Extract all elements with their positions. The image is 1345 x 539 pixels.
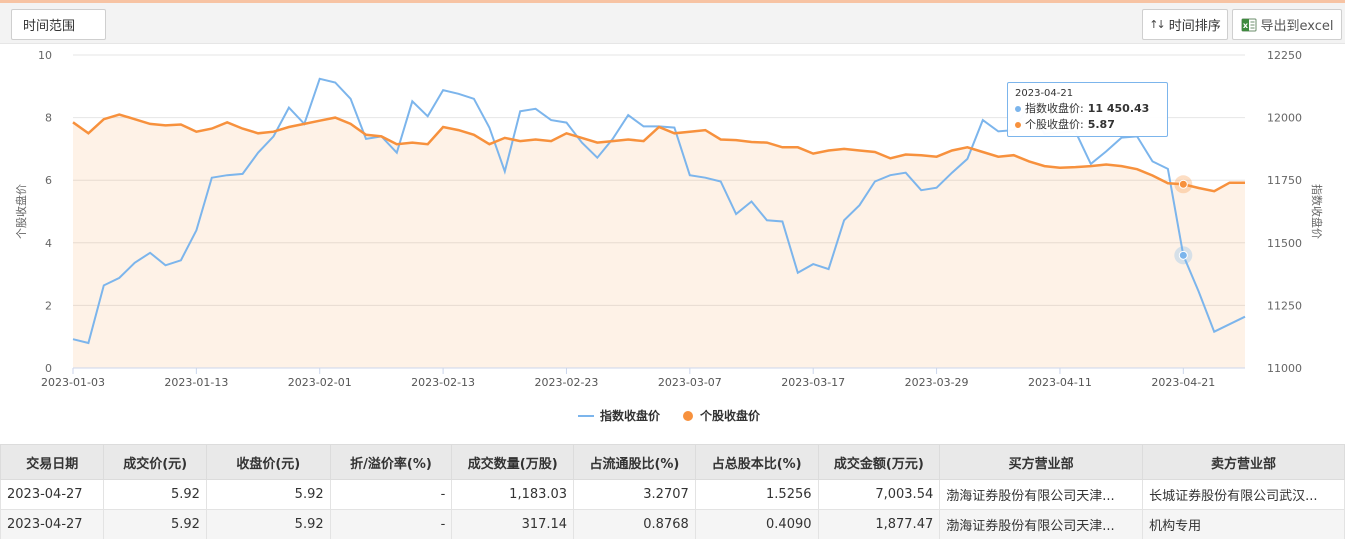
- cell-premium-rate: -: [329, 479, 453, 510]
- y-left-tick-label: 0: [45, 362, 52, 375]
- tooltip-index-value: 11 450.43: [1087, 102, 1150, 115]
- header-seller[interactable]: 卖方营业部: [1142, 444, 1345, 480]
- table-row: 2023-04-27 5.92 5.92 - 1,183.03 3.2707 1…: [0, 479, 1345, 510]
- cell-total-ratio: 1.5256: [694, 479, 819, 510]
- svg-text:x: x: [1242, 21, 1248, 30]
- y-left-axis-title: 个股收盘价: [14, 184, 28, 239]
- x-tick-label: 2023-03-17: [781, 376, 845, 389]
- cell-trade-price: 5.92: [103, 509, 207, 539]
- x-tick-label: 2023-02-01: [288, 376, 352, 389]
- y-right-tick-label: 11000: [1267, 362, 1302, 375]
- tooltip-index-label: 指数收盘价:: [1025, 102, 1084, 115]
- toolbar: 时间范围 ↑↓ 时间排序 x 导出到excel: [0, 3, 1345, 44]
- x-tick-label: 2023-02-23: [535, 376, 599, 389]
- cell-buyer[interactable]: 渤海证券股份有限公司天津...: [939, 509, 1144, 539]
- tooltip-index-dot-icon: [1015, 106, 1021, 112]
- cell-trade-price: 5.92: [103, 479, 207, 510]
- x-tick-label: 2023-04-11: [1028, 376, 1092, 389]
- legend-index-label: 指数收盘价: [600, 408, 661, 423]
- y-left-tick-label: 8: [45, 112, 52, 125]
- y-left-tick-label: 4: [45, 237, 52, 250]
- cell-amount: 7,003.54: [817, 479, 941, 510]
- cell-float-ratio: 0.8768: [573, 509, 696, 539]
- x-tick-label: 2023-04-21: [1151, 376, 1215, 389]
- y-right-tick-label: 11500: [1267, 237, 1302, 250]
- cell-float-ratio: 3.2707: [573, 479, 696, 510]
- header-trade-date[interactable]: 交易日期: [0, 444, 105, 480]
- y-right-axis-title: 指数收盘价: [1310, 184, 1324, 239]
- export-excel-label: 导出到excel: [1260, 19, 1334, 34]
- cell-trade-date: 2023-04-27: [0, 479, 105, 510]
- header-float-ratio[interactable]: 占流通股比(%): [573, 444, 696, 480]
- tooltip-stock-value: 5.87: [1087, 118, 1115, 131]
- table-header-row: 交易日期 成交价(元) 收盘价(元) 折/溢价率(%) 成交数量(万股) 占流通…: [0, 444, 1345, 480]
- cell-seller[interactable]: 机构专用: [1142, 509, 1345, 539]
- table-row: 2023-04-27 5.92 5.92 - 317.14 0.8768 0.4…: [0, 509, 1345, 539]
- time-sort-button[interactable]: ↑↓ 时间排序: [1142, 9, 1228, 40]
- cell-close-price: 5.92: [205, 479, 331, 510]
- cell-seller[interactable]: 长城证券股份有限公司武汉...: [1142, 479, 1345, 510]
- header-total-ratio[interactable]: 占总股本比(%): [694, 444, 819, 480]
- tooltip-stock-dot-icon: [1015, 122, 1021, 128]
- tooltip-stock-label: 个股收盘价:: [1025, 118, 1084, 131]
- x-tick-label: 2023-01-13: [164, 376, 228, 389]
- time-sort-label: 时间排序: [1168, 19, 1221, 34]
- y-right-tick-label: 12000: [1267, 112, 1302, 125]
- header-buyer[interactable]: 买方营业部: [939, 444, 1144, 480]
- export-excel-button[interactable]: x 导出到excel: [1232, 9, 1342, 40]
- time-range-label: 时间范围: [23, 19, 76, 34]
- sort-arrows-icon: ↑↓: [1149, 18, 1166, 31]
- cell-trade-date: 2023-04-27: [0, 509, 105, 539]
- y-left-tick-label: 2: [45, 299, 52, 312]
- stock-hover-point: [1178, 179, 1188, 189]
- x-tick-label: 2023-03-07: [658, 376, 722, 389]
- header-premium-rate[interactable]: 折/溢价率(%): [329, 444, 453, 480]
- chart-tooltip: 2023-04-21 指数收盘价: 11 450.43 个股收盘价: 5.87: [1007, 82, 1168, 137]
- header-trade-price[interactable]: 成交价(元): [103, 444, 207, 480]
- y-right-tick-label: 11250: [1267, 299, 1302, 312]
- y-right-tick-label: 12250: [1267, 49, 1302, 62]
- x-tick-label: 2023-03-29: [905, 376, 969, 389]
- x-tick-label: 2023-01-03: [41, 376, 105, 389]
- tooltip-date: 2023-04-21: [1015, 88, 1074, 99]
- block-trade-table: 交易日期 成交价(元) 收盘价(元) 折/溢价率(%) 成交数量(万股) 占流通…: [0, 444, 1345, 539]
- tooltip-index-row: 指数收盘价: 11 450.43: [1015, 101, 1160, 117]
- cell-close-price: 5.92: [205, 509, 331, 539]
- time-range-button[interactable]: 时间范围: [11, 9, 106, 40]
- stock-area-fill: [73, 114, 1245, 368]
- cell-amount: 1,877.47: [817, 509, 941, 539]
- index-hover-point: [1178, 250, 1188, 260]
- cell-buyer[interactable]: 渤海证券股份有限公司天津...: [939, 479, 1144, 510]
- tooltip-stock-row: 个股收盘价: 5.87: [1015, 117, 1160, 133]
- header-volume[interactable]: 成交数量(万股): [451, 444, 575, 480]
- x-tick-label: 2023-02-13: [411, 376, 475, 389]
- cell-volume: 317.14: [451, 509, 575, 539]
- y-left-tick-label: 10: [38, 49, 52, 62]
- legend-stock-dot-icon: [683, 411, 693, 421]
- excel-icon: x: [1241, 18, 1256, 31]
- header-amount[interactable]: 成交金额(万元): [817, 444, 941, 480]
- y-left-tick-label: 6: [45, 174, 52, 187]
- header-close-price[interactable]: 收盘价(元): [205, 444, 331, 480]
- legend-stock-label: 个股收盘价: [699, 408, 761, 423]
- cell-volume: 1,183.03: [451, 479, 575, 510]
- cell-premium-rate: -: [329, 509, 453, 539]
- y-right-tick-label: 11750: [1267, 174, 1302, 187]
- cell-total-ratio: 0.4090: [694, 509, 819, 539]
